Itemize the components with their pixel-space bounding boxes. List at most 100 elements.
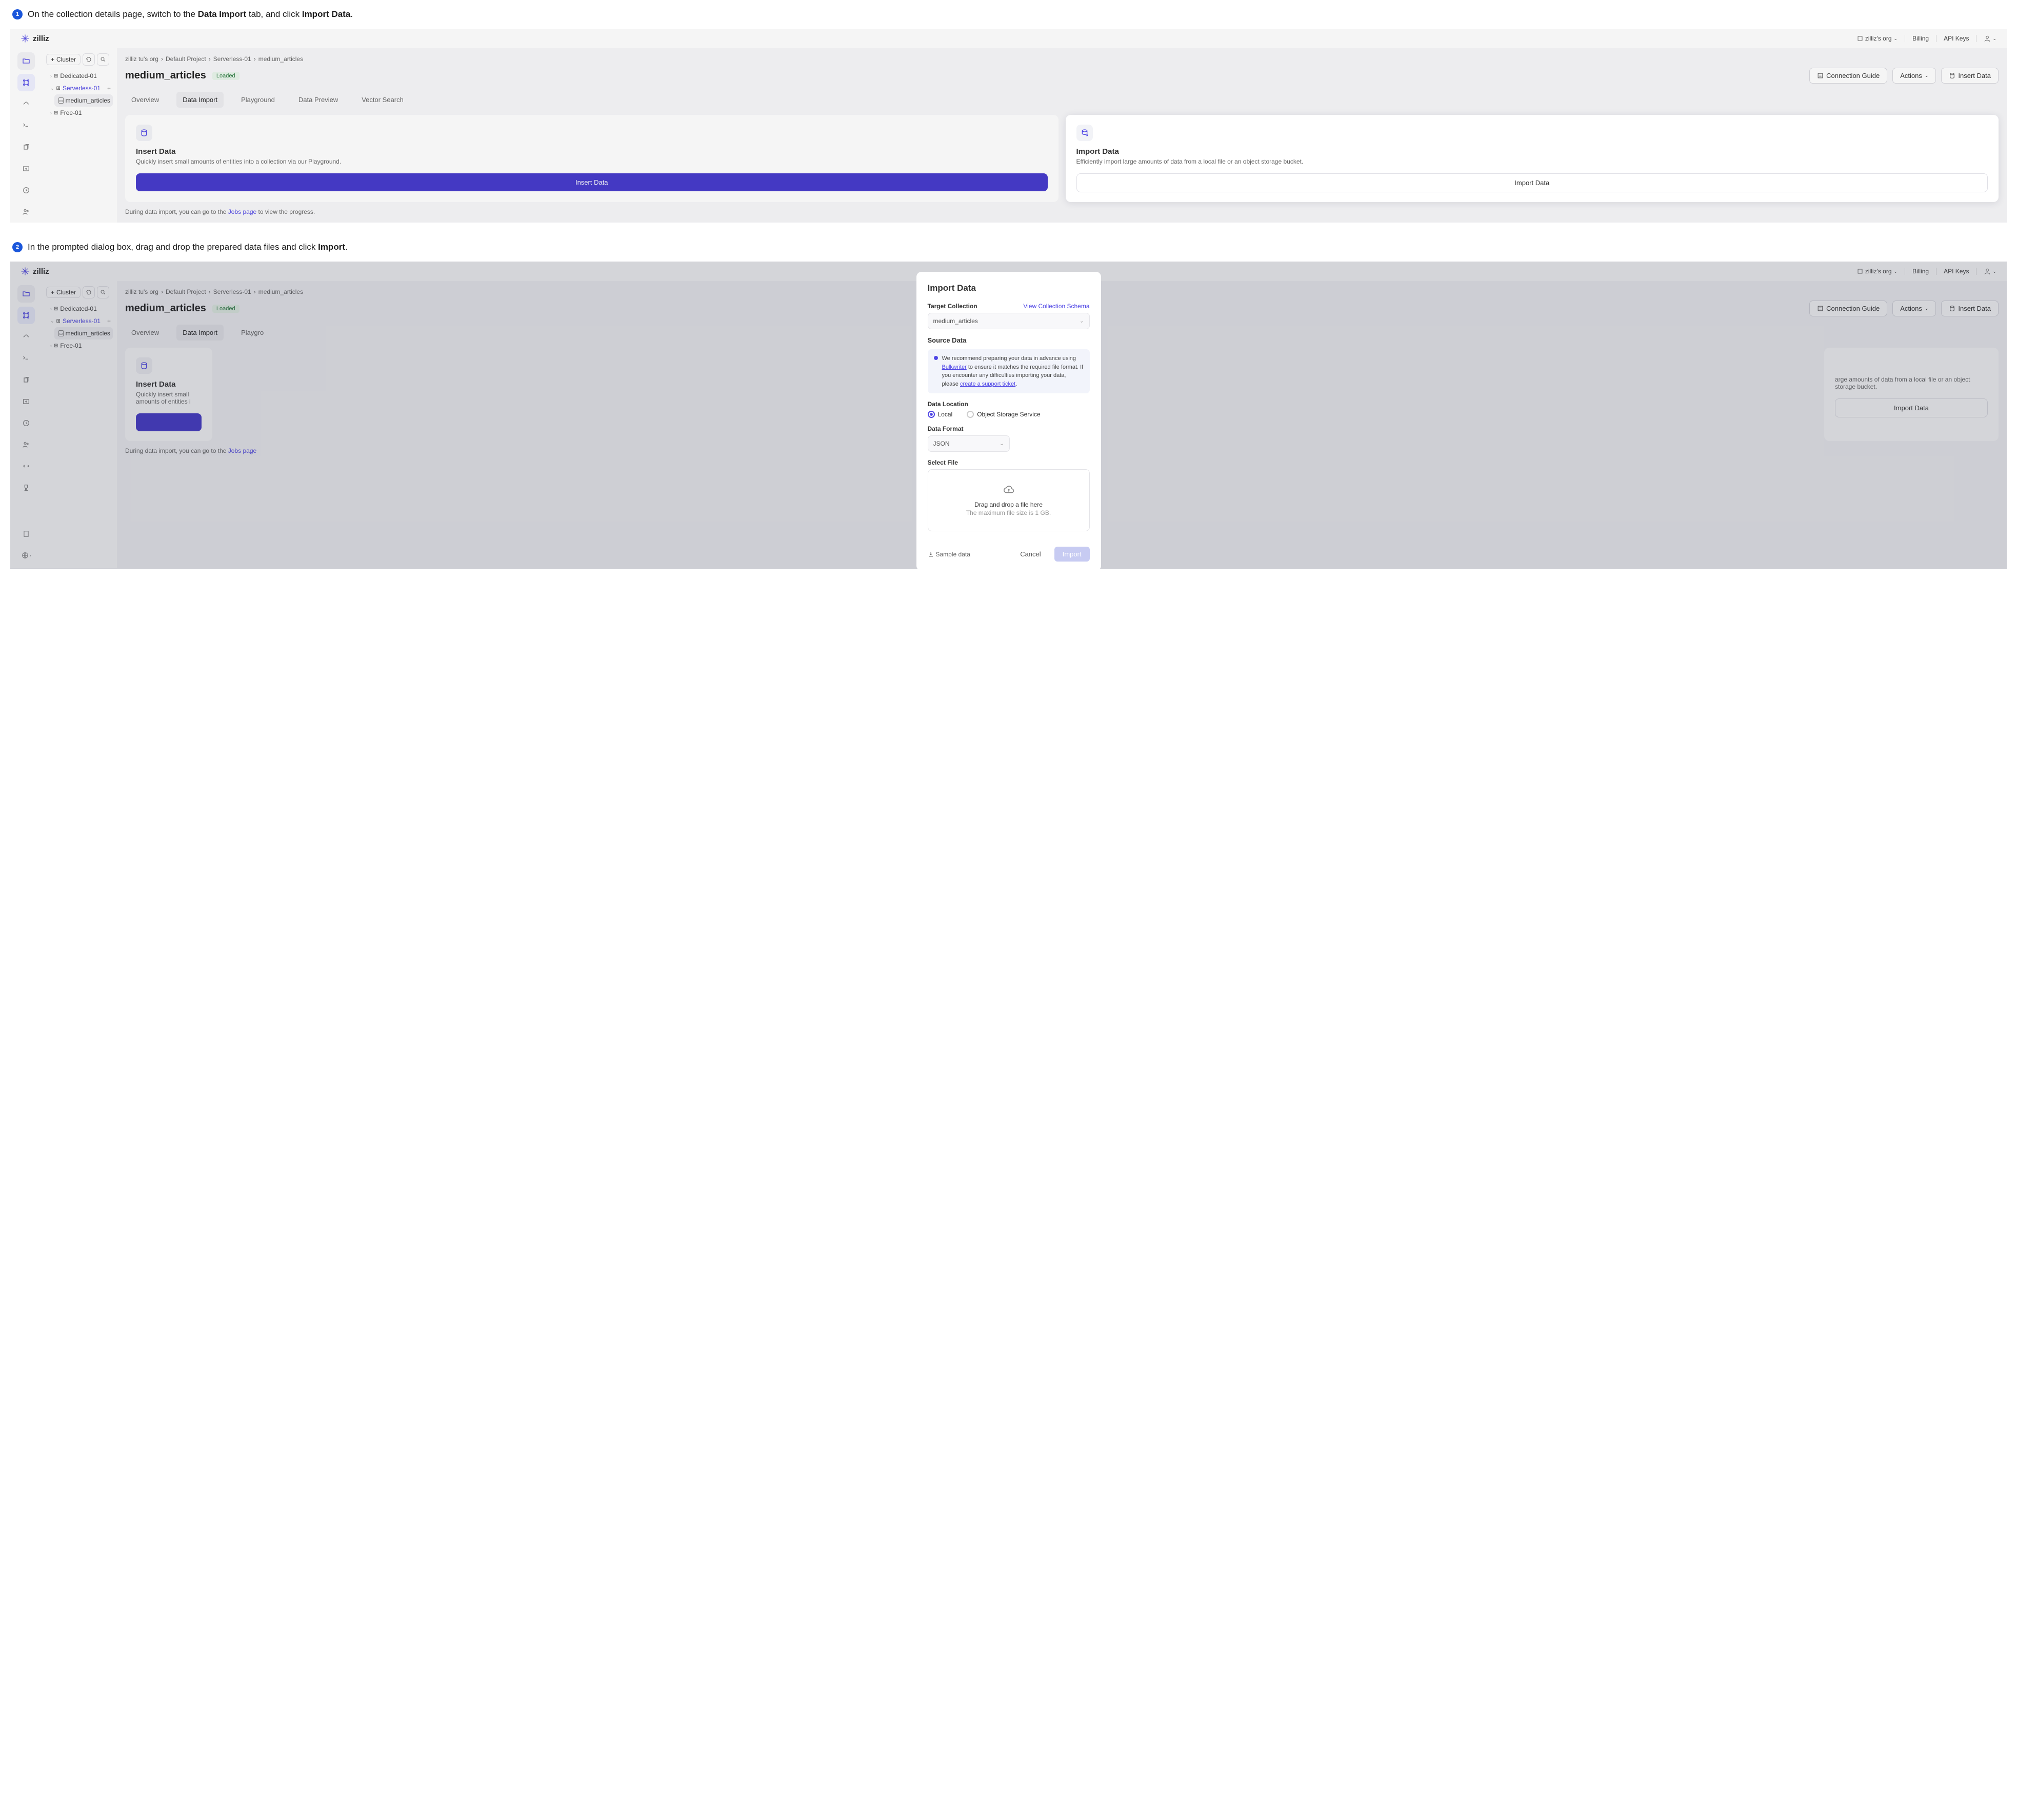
api-keys-link[interactable]: API Keys xyxy=(1944,35,1969,42)
guide-icon xyxy=(1817,72,1824,79)
user-menu[interactable]: ⌄ xyxy=(1984,35,1996,42)
file-drop-zone[interactable]: Drag and drop a file here The maximum fi… xyxy=(928,469,1090,531)
org-dropdown[interactable]: zilliz's org ⌄ xyxy=(1857,35,1898,42)
chevron-down-icon: ⌄ xyxy=(1080,318,1084,324)
tree-free[interactable]: ›⊞Free-01 xyxy=(46,107,113,119)
topbar: zilliz zilliz's org ⌄ Billing API Keys ⌄ xyxy=(10,29,2007,48)
select-value: medium_articles xyxy=(933,317,978,325)
actions-dropdown[interactable]: Actions⌄ xyxy=(1892,68,1936,84)
source-data-heading: Source Data xyxy=(928,336,1090,344)
import-data-card: Import Data Efficiently import large amo… xyxy=(1066,115,1999,202)
download-icon xyxy=(928,551,934,557)
body-row: +Cluster ›⊞Dedicated-01 ⌄⊞Serverless-01+… xyxy=(10,48,2007,223)
select-value: JSON xyxy=(933,440,950,447)
radio-off-icon xyxy=(967,411,974,418)
add-cluster-button[interactable]: +Cluster xyxy=(46,54,81,65)
rail-cluster-icon[interactable] xyxy=(17,74,35,91)
import-card-icon xyxy=(1076,125,1093,141)
building-icon xyxy=(1857,35,1863,42)
rail-pipeline-icon[interactable] xyxy=(17,95,35,113)
tree-serverless[interactable]: ⌄⊞Serverless-01+ xyxy=(46,82,113,94)
view-schema-link[interactable]: View Collection Schema xyxy=(1023,303,1089,310)
insert-data-card-button[interactable]: Insert Data xyxy=(136,173,1048,191)
import-card-desc: Efficiently import large amounts of data… xyxy=(1076,158,1988,165)
instruction-text-1: On the collection details page, switch t… xyxy=(28,9,353,19)
insert-card-desc: Quickly insert small amounts of entities… xyxy=(136,158,1048,165)
radio-on-icon xyxy=(928,411,935,418)
footer-note: During data import, you can go to the Jo… xyxy=(125,208,1999,215)
tree-dedicated[interactable]: ›⊞Dedicated-01 xyxy=(46,70,113,82)
title-row: medium_articles Loaded Connection Guide … xyxy=(125,68,1999,84)
rail-terminal-icon[interactable] xyxy=(17,117,35,134)
cloud-upload-icon xyxy=(1003,484,1014,495)
chevron-down-icon: ⌄ xyxy=(1925,73,1929,78)
support-ticket-link[interactable]: create a support ticket xyxy=(960,381,1015,387)
chevron-right-icon: › xyxy=(50,110,52,115)
insert-icon xyxy=(1949,72,1955,79)
instruction-1: 1 On the collection details page, switch… xyxy=(0,0,2017,29)
rail-history-icon[interactable] xyxy=(17,182,35,199)
app-frame-2: zilliz zilliz's org ⌄ Billing API Keys ⌄ xyxy=(10,262,2007,569)
billing-link[interactable]: Billing xyxy=(1912,35,1929,42)
left-rail xyxy=(10,48,42,223)
jobs-page-link[interactable]: Jobs page xyxy=(228,208,256,215)
add-icon[interactable]: + xyxy=(107,85,111,92)
collection-icon: ▭ xyxy=(58,97,64,104)
user-icon xyxy=(1984,35,1991,42)
app-frame-1: zilliz zilliz's org ⌄ Billing API Keys ⌄ xyxy=(10,29,2007,223)
insert-data-button[interactable]: Insert Data xyxy=(1941,68,1999,84)
breadcrumb: zilliz tu's org› Default Project› Server… xyxy=(125,55,1999,63)
crumb: medium_articles xyxy=(258,55,303,63)
instruction-text-2: In the prompted dialog box, drag and dro… xyxy=(28,242,348,252)
bulkwriter-link[interactable]: Bulkwriter xyxy=(942,364,967,370)
import-card-title: Import Data xyxy=(1076,147,1988,156)
import-data-card-button[interactable]: Import Data xyxy=(1076,173,1988,192)
radio-oss[interactable]: Object Storage Service xyxy=(967,411,1040,418)
rail-users-icon[interactable] xyxy=(17,203,35,221)
tab-overview[interactable]: Overview xyxy=(125,92,165,108)
crumb[interactable]: Serverless-01 xyxy=(213,55,251,63)
tab-vector-search[interactable]: Vector Search xyxy=(355,92,410,108)
tabs: Overview Data Import Playground Data Pre… xyxy=(125,92,1999,108)
cancel-button[interactable]: Cancel xyxy=(1012,547,1049,562)
modal-overlay: Import Data Target Collection View Colle… xyxy=(10,262,2007,569)
step-badge-1: 1 xyxy=(12,9,23,19)
database-icon: ⊞ xyxy=(54,73,58,79)
chevron-down-icon: ⌄ xyxy=(1894,36,1898,42)
status-badge: Loaded xyxy=(212,72,239,80)
tree-collection[interactable]: ▭medium_articles xyxy=(54,94,113,107)
connection-guide-button[interactable]: Connection Guide xyxy=(1809,68,1887,84)
target-collection-label: Target Collection View Collection Schema xyxy=(928,303,1090,310)
database-icon: ⊞ xyxy=(56,86,61,91)
page-title: medium_articles xyxy=(125,70,206,82)
rail-copy-icon[interactable] xyxy=(17,138,35,156)
main-area: zilliz tu's org› Default Project› Server… xyxy=(117,48,2007,223)
tab-playground[interactable]: Playground xyxy=(235,92,281,108)
select-file-label: Select File xyxy=(928,459,1090,466)
crumb[interactable]: Default Project xyxy=(166,55,206,63)
data-location-radio-group: Local Object Storage Service xyxy=(928,411,1090,418)
crumb[interactable]: zilliz tu's org xyxy=(125,55,158,63)
chevron-down-icon: ⌄ xyxy=(1992,36,1996,42)
refresh-button[interactable] xyxy=(83,53,95,66)
logo[interactable]: zilliz xyxy=(21,34,49,43)
data-format-select[interactable]: JSON ⌄ xyxy=(928,435,1010,452)
tab-data-import[interactable]: Data Import xyxy=(176,92,224,108)
import-button[interactable]: Import xyxy=(1054,547,1090,562)
radio-local[interactable]: Local xyxy=(928,411,953,418)
insert-card-title: Insert Data xyxy=(136,147,1048,156)
info-icon xyxy=(934,356,938,360)
instruction-2: 2 In the prompted dialog box, drag and d… xyxy=(0,233,2017,262)
step-badge-2: 2 xyxy=(12,242,23,252)
target-collection-select[interactable]: medium_articles ⌄ xyxy=(928,313,1090,329)
database-icon: ⊞ xyxy=(54,110,58,116)
rail-add-icon[interactable] xyxy=(17,160,35,177)
sample-data-link[interactable]: Sample data xyxy=(928,551,970,558)
tab-data-preview[interactable]: Data Preview xyxy=(292,92,344,108)
search-button[interactable] xyxy=(97,53,109,66)
info-box: We recommend preparing your data in adva… xyxy=(928,349,1090,393)
chevron-right-icon: › xyxy=(50,73,52,78)
cluster-header: +Cluster xyxy=(46,53,113,66)
logo-icon xyxy=(21,34,30,43)
rail-folder-icon[interactable] xyxy=(17,52,35,70)
